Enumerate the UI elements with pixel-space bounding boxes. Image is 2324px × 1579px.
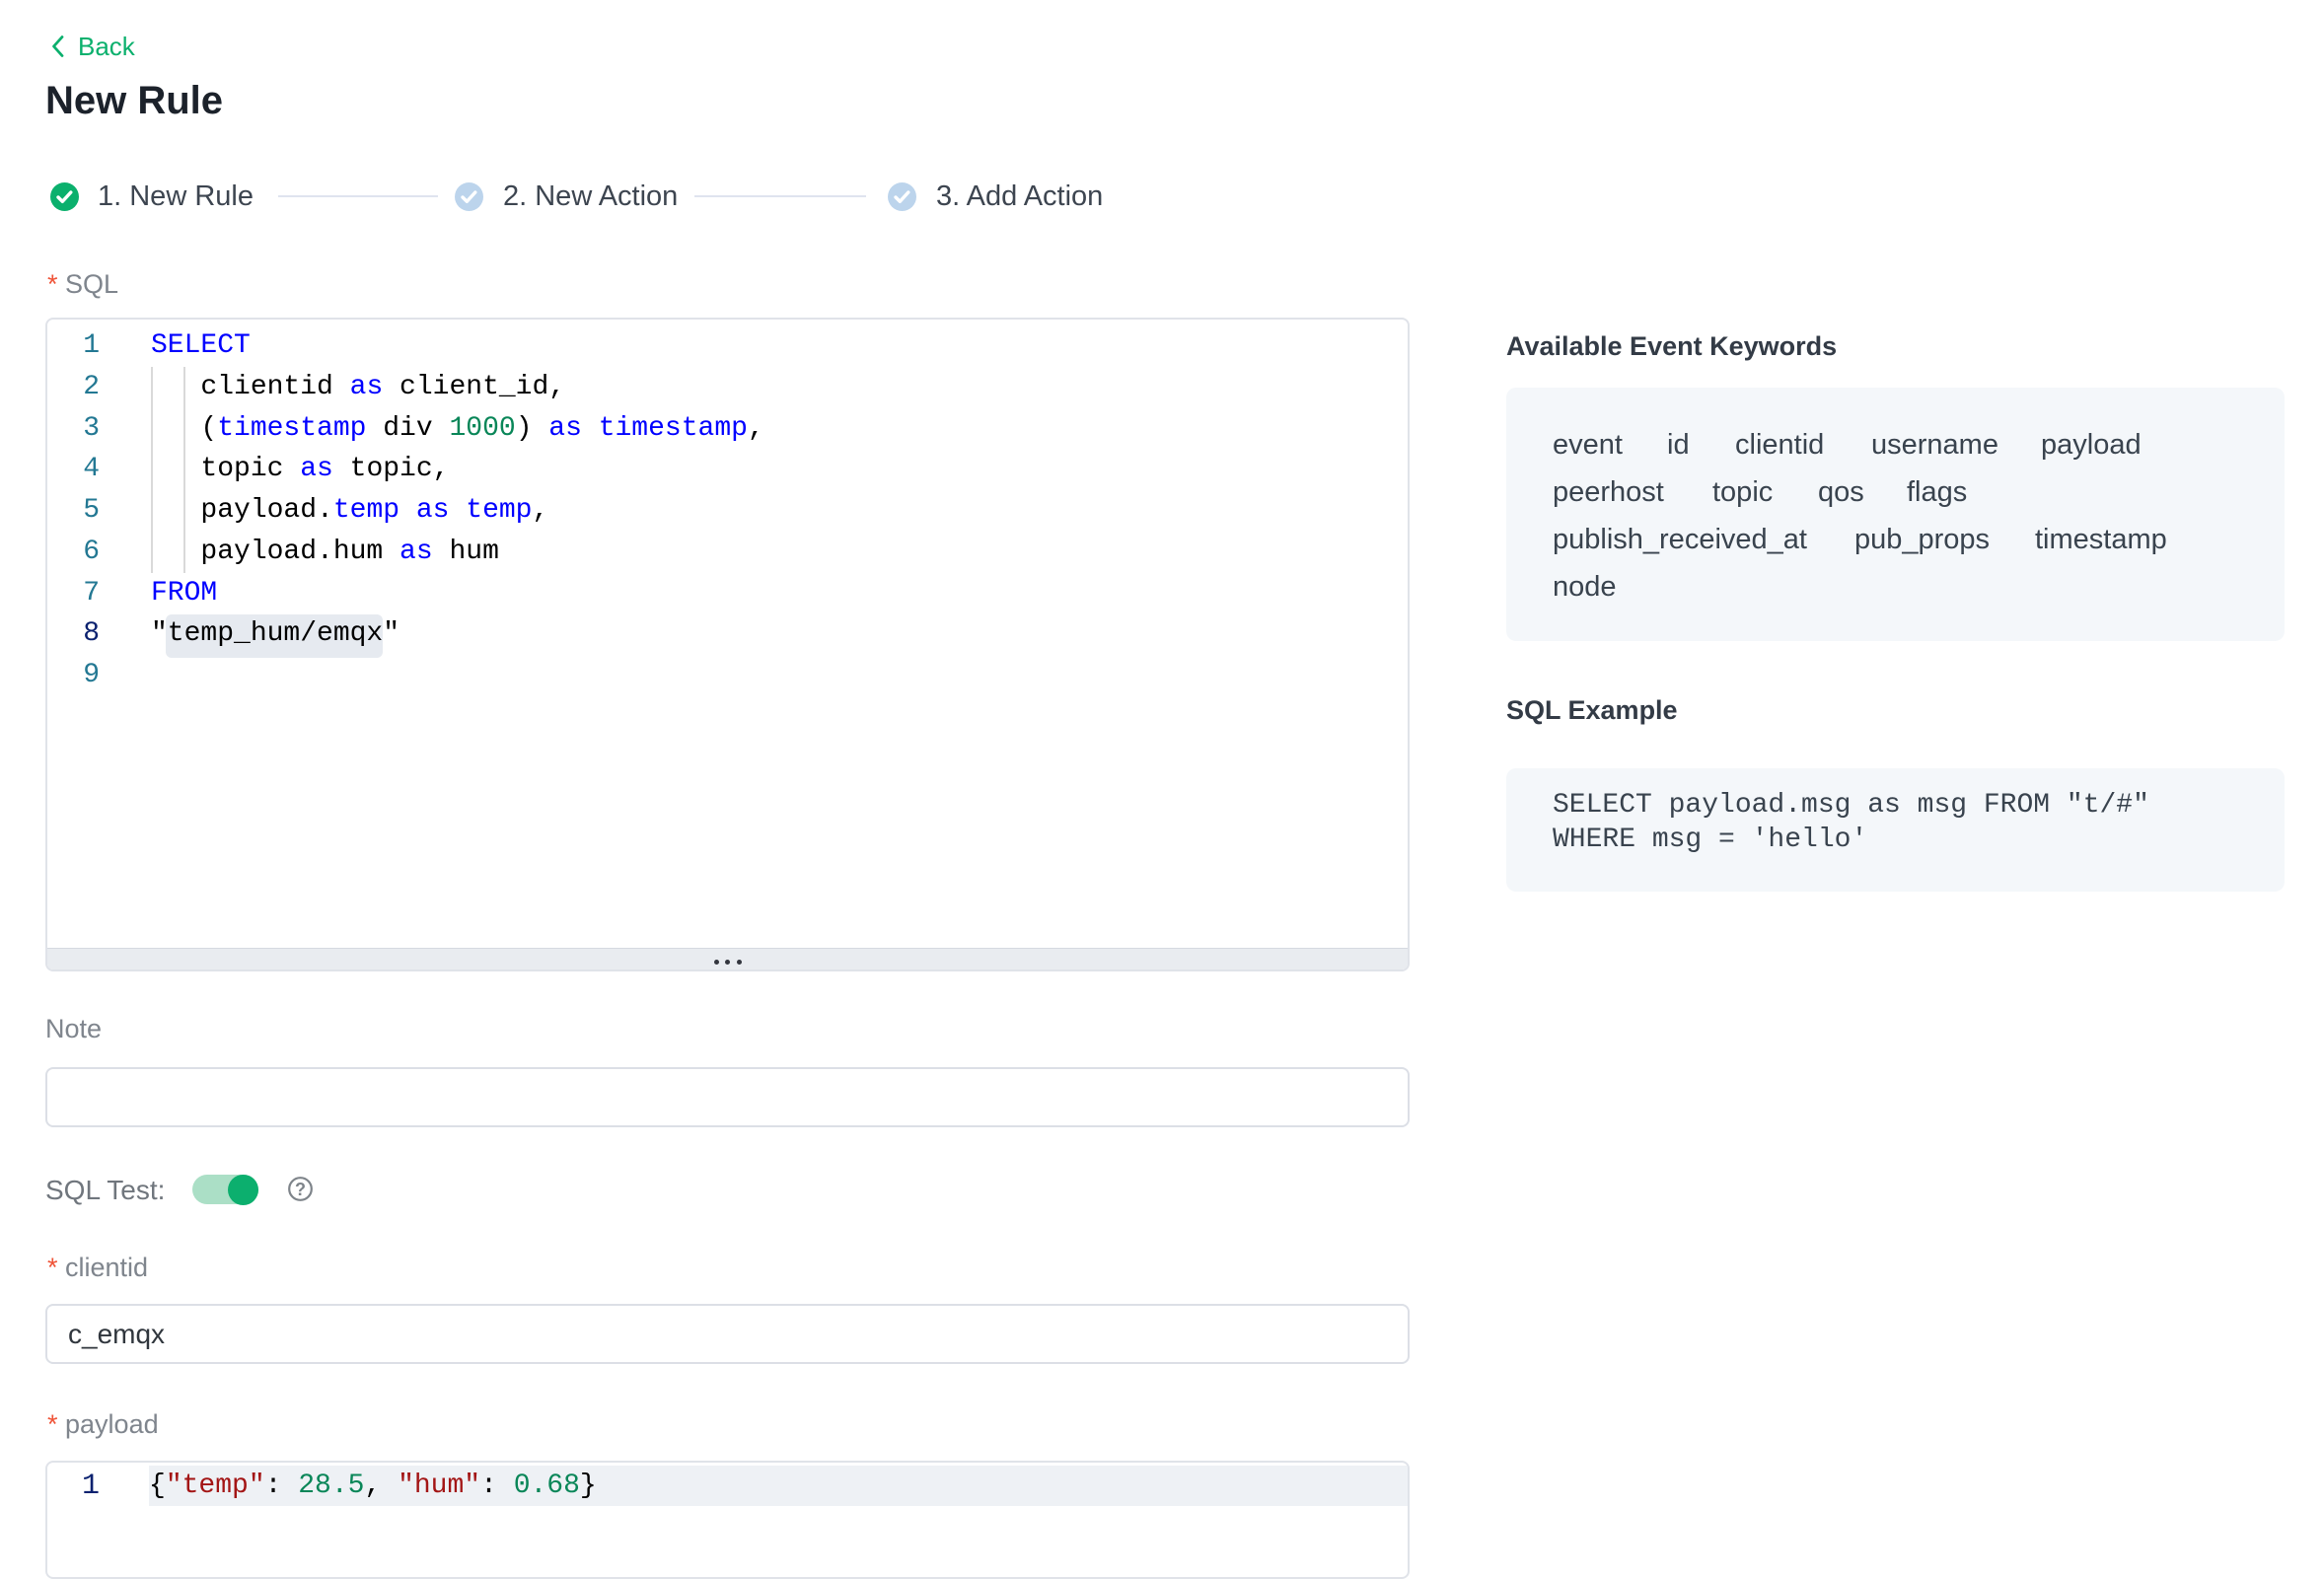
- svg-text:?: ?: [295, 1180, 306, 1199]
